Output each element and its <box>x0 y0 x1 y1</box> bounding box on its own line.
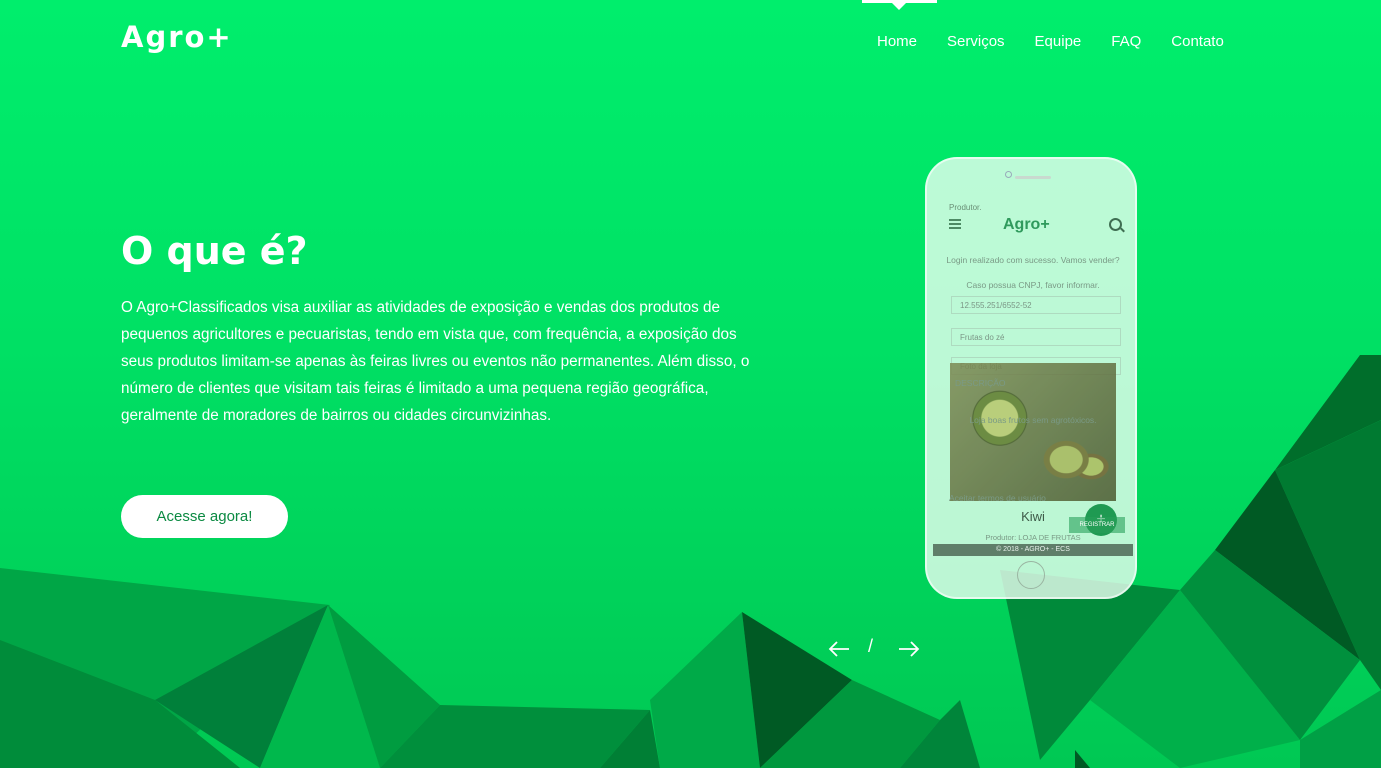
screen-brand: Agro+ <box>1003 216 1050 233</box>
nav-active-caret-icon <box>891 2 907 10</box>
search-icon <box>1109 218 1122 231</box>
nav-item-contato[interactable]: Contato <box>1171 32 1224 52</box>
screen-navbar: Agro+ <box>933 215 1133 235</box>
screen-description-label: DESCRIÇÃO <box>955 378 1006 388</box>
phone-home-button <box>1017 561 1045 589</box>
screen-store-name-field: Frutas do zé <box>951 328 1121 346</box>
screen-accept-terms: Aceitar termos de usuário <box>949 493 1046 503</box>
slider-separator: / <box>868 636 874 656</box>
phone-speaker <box>1015 176 1051 179</box>
nav-item-faq[interactable]: FAQ <box>1111 32 1141 52</box>
hamburger-menu-icon <box>949 219 961 229</box>
screen-register-button: REGISTRAR <box>1069 517 1125 533</box>
phone-screen: Produtor. Agro+ Login realizado com suce… <box>933 199 1133 556</box>
hero-title: O que é? <box>121 229 308 273</box>
main-nav: Home Serviços Equipe FAQ Contato <box>877 32 1224 52</box>
phone-camera-icon <box>1005 171 1012 178</box>
hero-description: O Agro+Classificados visa auxiliar as at… <box>121 299 750 424</box>
screen-producer-label: Produtor: LOJA DE FRUTAS <box>985 533 1081 542</box>
screen-footer: © 2018 - AGRO+ - ECS <box>933 544 1133 556</box>
nav-item-equipe[interactable]: Equipe <box>1035 32 1082 52</box>
screen-description-value: Loja boas frutos sem agrotóxicos. <box>969 415 1097 425</box>
site-logo[interactable]: Agro+ <box>121 20 233 54</box>
access-now-button[interactable]: Acesse agora! <box>121 495 288 538</box>
screen-success-message: Login realizado com sucesso. Vamos vende… <box>946 255 1120 265</box>
nav-item-servicos[interactable]: Serviços <box>947 32 1005 52</box>
arrow-left-icon[interactable] <box>827 638 851 660</box>
nav-item-home[interactable]: Home <box>877 32 917 52</box>
arrow-right-icon[interactable] <box>897 638 921 660</box>
screen-cnpj-hint: Caso possua CNPJ, favor informar. <box>966 280 1100 290</box>
screen-cnpj-field: 12.555.251/6552-52 <box>951 296 1121 314</box>
phone-mockup: Produtor. Agro+ Login realizado com suce… <box>925 157 1137 599</box>
screen-producer-check: Produtor. <box>949 203 982 212</box>
